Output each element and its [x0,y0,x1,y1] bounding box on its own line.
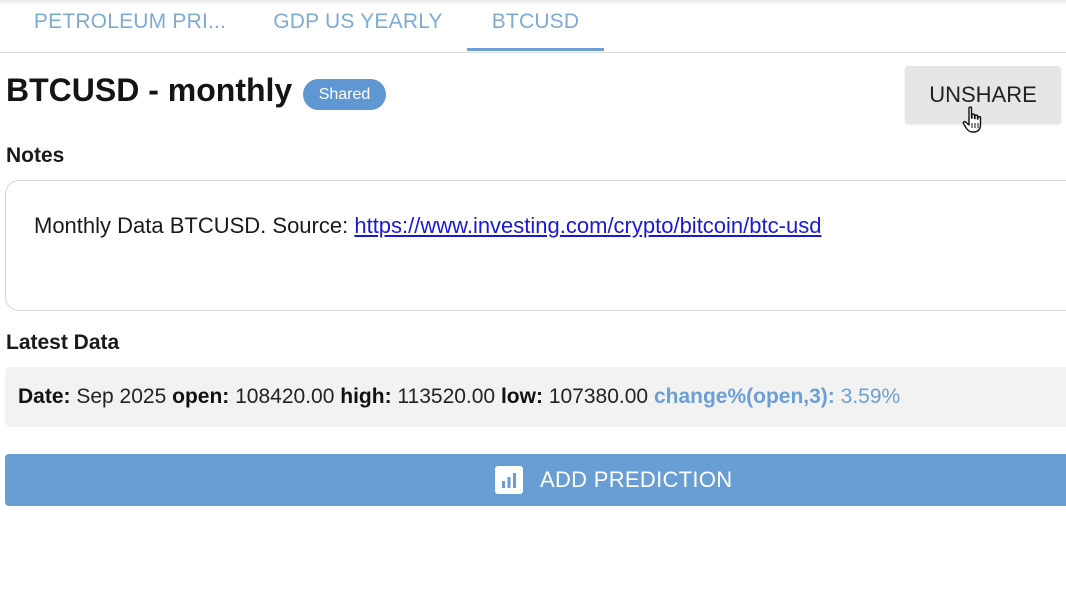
tab-petroleum[interactable]: PETROLEUM PRI... [24,0,236,50]
high-label: high: [340,385,392,408]
open-label: open: [172,385,230,408]
latest-data-text: Date: Sep 2025 open: 108420.00 high: 113… [18,385,900,409]
hand-pointer-icon [962,106,982,133]
latest-data-label: Latest Data [6,331,120,354]
shared-badge: Shared [303,79,386,110]
notes-text: Monthly Data BTCUSD. Source: https://www… [34,213,821,239]
notes-box[interactable]: Monthly Data BTCUSD. Source: https://www… [5,180,1066,311]
add-prediction-button[interactable]: ADD PREDICTION [5,454,1066,506]
tab-bar: PETROLEUM PRI... GDP US YEARLY BTCUSD [0,0,1066,53]
source-link[interactable]: https://www.investing.com/crypto/bitcoin… [354,213,821,238]
open-value: 108420.00 [235,385,335,408]
date-value: Sep 2025 [76,385,167,408]
latest-data-box: Date: Sep 2025 open: 108420.00 high: 113… [5,367,1066,427]
low-value: 107380.00 [548,385,649,408]
tab-btcusd[interactable]: BTCUSD [467,0,604,51]
notes-body: Monthly Data BTCUSD. Source: [34,213,355,238]
date-label: Date: [18,385,71,408]
tab-gdp-us-yearly[interactable]: GDP US YEARLY [248,0,468,50]
notes-label: Notes [6,144,65,167]
change-label: change%(open,3): [653,385,835,408]
change-value: 3.59% [840,385,901,408]
page-title: BTCUSD - monthly [6,72,293,108]
low-label: low: [500,385,543,408]
bar-chart-icon [495,466,523,494]
high-value: 113520.00 [397,385,496,408]
add-prediction-label: ADD PREDICTION [540,467,733,492]
